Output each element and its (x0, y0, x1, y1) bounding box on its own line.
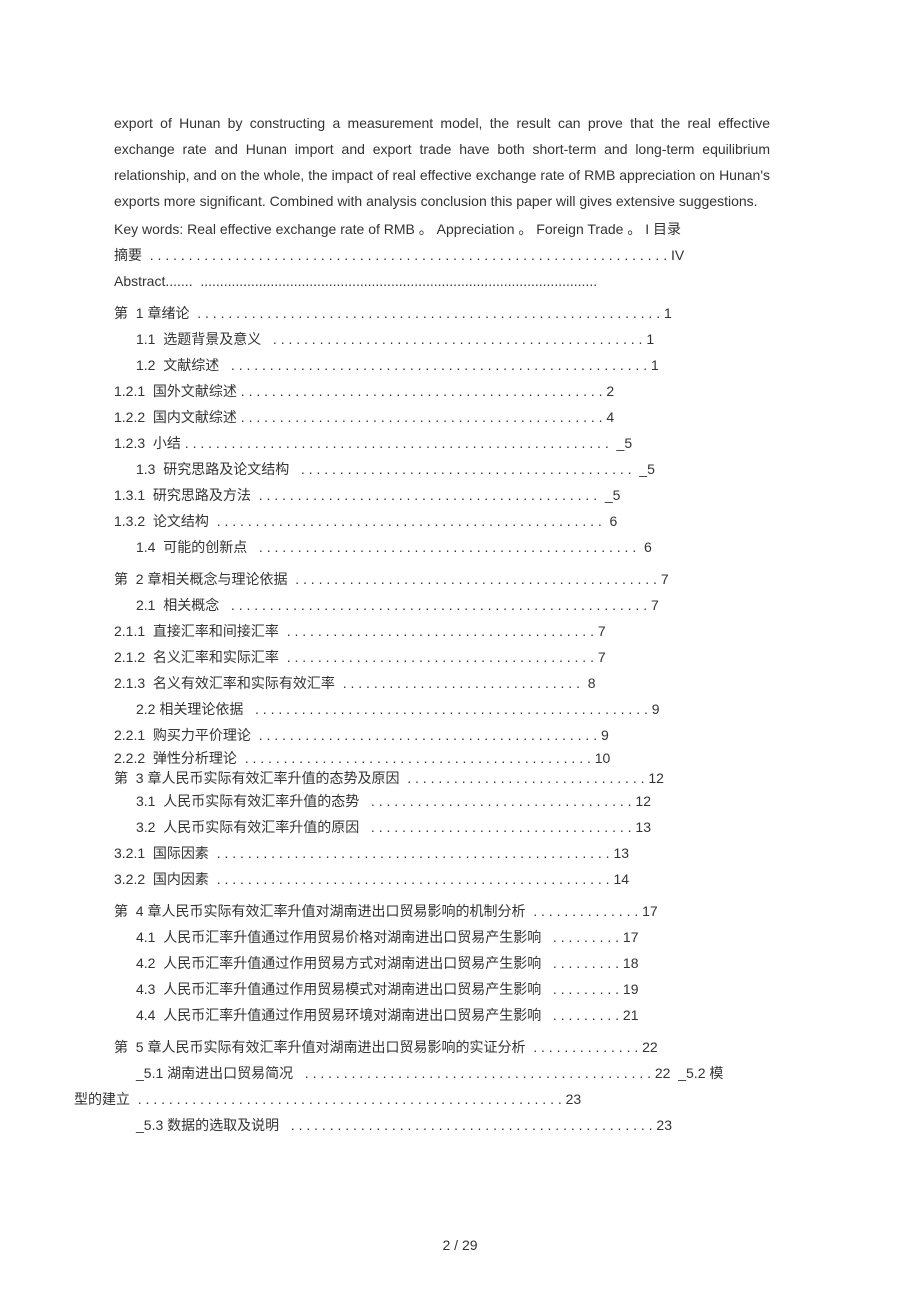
page-footer: 2 / 29 (0, 1237, 920, 1253)
toc-entry: 4.3 人民币汇率升值通过作用贸易模式对湖南进出口贸易产生影响 . . . . … (136, 976, 770, 1002)
toc-entry: 2.1.2 名义汇率和实际汇率 . . . . . . . . . . . . … (114, 644, 770, 670)
toc-entry: 1.3.2 论文结构 . . . . . . . . . . . . . . .… (114, 508, 770, 534)
toc-entry: 3.2.2 国内因素 . . . . . . . . . . . . . . .… (114, 866, 770, 892)
toc-entry: 1.3.1 研究思路及方法 . . . . . . . . . . . . . … (114, 482, 770, 508)
toc-entry: 1.3 研究思路及论文结构 . . . . . . . . . . . . . … (136, 456, 770, 482)
toc-entry: 3.2.1 国际因素 . . . . . . . . . . . . . . .… (114, 840, 770, 866)
toc-entry: 2.2.2 弹性分析理论 . . . . . . . . . . . . . .… (114, 748, 770, 768)
toc-entry: 1.2.3 小结 . . . . . . . . . . . . . . . .… (114, 430, 770, 456)
toc-entry: 4.4 人民币汇率升值通过作用贸易环境对湖南进出口贸易产生影响 . . . . … (136, 1002, 770, 1028)
toc-entry: 3.2 人民币实际有效汇率升值的原因 . . . . . . . . . . .… (136, 814, 770, 840)
toc-entry: 摘要 . . . . . . . . . . . . . . . . . . .… (114, 242, 770, 268)
toc-entry: _5.1 湖南进出口贸易简况 . . . . . . . . . . . . .… (136, 1060, 770, 1086)
toc-entry: 第 4 章人民币实际有效汇率升值对湖南进出口贸易影响的机制分析 . . . . … (114, 898, 770, 924)
toc-entry: 第 2 章相关概念与理论依据 . . . . . . . . . . . . .… (114, 566, 770, 592)
toc-entry: 1.1 选题背景及意义 . . . . . . . . . . . . . . … (136, 326, 770, 352)
toc-entry: 2.1.3 名义有效汇率和实际有效汇率 . . . . . . . . . . … (114, 670, 770, 696)
toc-entry: 第 3 章人民币实际有效汇率升值的态势及原因 . . . . . . . . .… (114, 768, 770, 788)
toc-entry: 2.1.1 直接汇率和间接汇率 . . . . . . . . . . . . … (114, 618, 770, 644)
toc-entry: Abstract....... ........................… (114, 268, 770, 294)
toc-entry: 1.4 可能的创新点 . . . . . . . . . . . . . . .… (136, 534, 770, 560)
toc-entry: 4.2 人民币汇率升值通过作用贸易方式对湖南进出口贸易产生影响 . . . . … (136, 950, 770, 976)
toc-entry: _5.3 数据的选取及说明 . . . . . . . . . . . . . … (136, 1112, 770, 1138)
toc-entry: 型的建立 . . . . . . . . . . . . . . . . . .… (74, 1086, 770, 1112)
toc-entry: 1.2 文献综述 . . . . . . . . . . . . . . . .… (136, 352, 770, 378)
toc-entry: 第 5 章人民币实际有效汇率升值对湖南进出口贸易影响的实证分析 . . . . … (114, 1034, 770, 1060)
table-of-contents: 摘要 . . . . . . . . . . . . . . . . . . .… (114, 242, 770, 1138)
abstract-paragraph: export of Hunan by constructing a measur… (114, 110, 770, 214)
toc-entry: 1.2.2 国内文献综述 . . . . . . . . . . . . . .… (114, 404, 770, 430)
keywords-line: Key words: Real effective exchange rate … (114, 216, 770, 242)
toc-entry: 4.1 人民币汇率升值通过作用贸易价格对湖南进出口贸易产生影响 . . . . … (136, 924, 770, 950)
toc-entry: 1.2.1 国外文献综述 . . . . . . . . . . . . . .… (114, 378, 770, 404)
toc-entry: 3.1 人民币实际有效汇率升值的态势 . . . . . . . . . . .… (136, 788, 770, 814)
toc-entry: 2.2 相关理论依据 . . . . . . . . . . . . . . .… (136, 696, 770, 722)
document-page: export of Hunan by constructing a measur… (0, 0, 920, 1303)
toc-entry: 2.2.1 购买力平价理论 . . . . . . . . . . . . . … (114, 722, 770, 748)
toc-entry: 第 1 章绪论 . . . . . . . . . . . . . . . . … (114, 300, 770, 326)
toc-entry: 2.1 相关概念 . . . . . . . . . . . . . . . .… (136, 592, 770, 618)
